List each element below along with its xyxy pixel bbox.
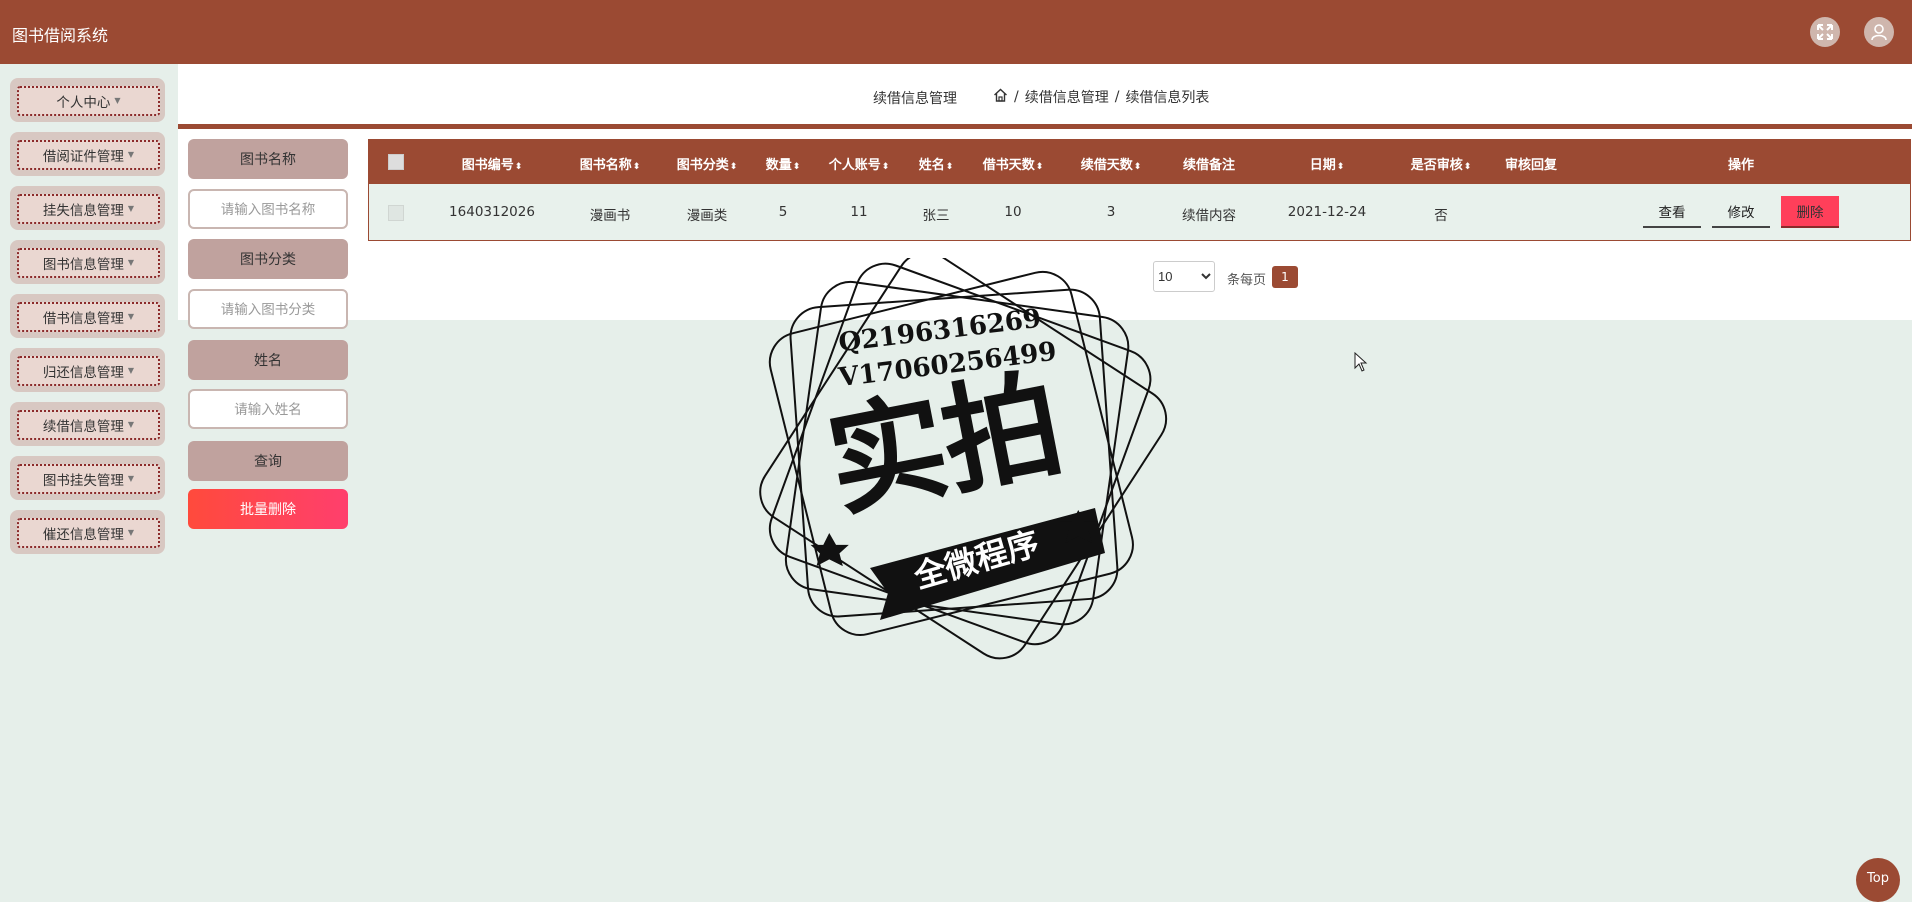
breadcrumb: / 续借信息管理 / 续借信息列表 — [993, 87, 1209, 107]
sort-icon: ⬍ — [945, 162, 954, 172]
sort-icon: ⬍ — [1336, 162, 1345, 172]
sidebar-item-label: 续借信息管理 — [42, 419, 124, 435]
sidebar-item-label: 借阅证件管理 — [42, 149, 124, 165]
cell-name: 张三 — [922, 208, 950, 224]
breadcrumb-underline — [178, 124, 1912, 129]
column-header: 操作 — [1727, 158, 1755, 173]
column-header[interactable]: 个人账号⬍ — [829, 154, 890, 173]
fullscreen-icon[interactable] — [1810, 17, 1840, 47]
cell-date: 2021-12-24 — [1287, 204, 1367, 220]
breadcrumb-link-renew-management[interactable]: 续借信息管理 — [1025, 87, 1109, 107]
column-header[interactable]: 日期⬍ — [1310, 154, 1345, 173]
cell-book-name: 漫画书 — [589, 208, 631, 224]
view-button[interactable]: 查看 — [1643, 196, 1701, 228]
chevron-down-icon: ▼ — [127, 311, 135, 321]
top-bar: 图书借阅系统 — [0, 0, 1912, 64]
chevron-down-icon: ▼ — [114, 95, 121, 105]
sidebar-item-label: 催还信息管理 — [42, 527, 124, 543]
table-header: 图书编号⬍ 图书名称⬍ 图书分类⬍ 数量⬍ 个人账号⬍ 姓名⬍ 借书天数⬍ 续借… — [369, 140, 1910, 184]
book-category-label: 图书分类 — [188, 239, 348, 279]
chevron-down-icon: ▼ — [127, 149, 135, 159]
sidebar-item-label: 借书信息管理 — [42, 311, 124, 327]
sidebar-item-renew-info[interactable]: 续借信息管理 ▼ — [10, 402, 165, 446]
select-all-checkbox[interactable] — [388, 154, 404, 170]
column-header[interactable]: 续借天数⬍ — [1081, 154, 1142, 173]
query-button[interactable]: 查询 — [188, 441, 348, 481]
sidebar: 个人中心 ▼ 借阅证件管理 ▼ 挂失信息管理 ▼ 图书信息管理 ▼ 借书信息管理 ▼ 归还… — [0, 64, 178, 893]
mouse-cursor-icon — [1354, 352, 1368, 372]
cell-remark: 续借内容 — [1182, 208, 1236, 224]
book-name-label: 图书名称 — [188, 139, 348, 179]
sidebar-item-label: 挂失信息管理 — [42, 203, 124, 219]
sort-icon: ⬍ — [1035, 162, 1044, 172]
chevron-down-icon: ▼ — [127, 527, 135, 537]
app-title: 图书借阅系统 — [12, 26, 109, 45]
cell-category: 漫画类 — [686, 208, 728, 224]
cell-renew-days: 3 — [1106, 204, 1116, 220]
cell-reviewed: 否 — [1434, 208, 1448, 224]
sidebar-item-book-loss[interactable]: 图书挂失管理 ▼ — [10, 456, 165, 500]
sort-icon: ⬍ — [881, 162, 890, 172]
column-header: 审核回复 — [1504, 158, 1558, 173]
delete-button[interactable]: 删除 — [1781, 196, 1839, 228]
breadcrumb-separator: / — [1014, 89, 1019, 105]
chevron-down-icon: ▼ — [127, 473, 135, 483]
cell-borrow-days: 10 — [1004, 204, 1022, 220]
sidebar-item-personal-center[interactable]: 个人中心 ▼ — [10, 78, 165, 122]
chevron-down-icon: ▼ — [127, 257, 135, 267]
sidebar-item-library-card[interactable]: 借阅证件管理 ▼ — [10, 132, 165, 176]
sidebar-item-book-info[interactable]: 图书信息管理 ▼ — [10, 240, 165, 284]
chevron-down-icon: ▼ — [127, 203, 135, 213]
row-checkbox[interactable] — [388, 205, 404, 221]
edit-button[interactable]: 修改 — [1712, 196, 1770, 228]
name-input[interactable] — [188, 389, 348, 429]
book-name-input[interactable] — [188, 189, 348, 229]
per-page-label: 条每页 — [1227, 273, 1267, 288]
column-header: 续借备注 — [1182, 158, 1236, 173]
sidebar-item-borrow-info[interactable]: 借书信息管理 ▼ — [10, 294, 165, 338]
sort-icon: ⬍ — [514, 162, 523, 172]
sidebar-item-label: 图书信息管理 — [42, 257, 124, 273]
page-number-current[interactable]: 1 — [1272, 266, 1298, 288]
data-table: 图书编号⬍ 图书名称⬍ 图书分类⬍ 数量⬍ 个人账号⬍ 姓名⬍ 借书天数⬍ 续借… — [368, 139, 1911, 241]
book-category-input[interactable] — [188, 289, 348, 329]
sort-icon: ⬍ — [729, 162, 738, 172]
breadcrumb-separator: / — [1114, 89, 1120, 105]
page-title: 续借信息管理 — [873, 91, 957, 107]
cell-quantity: 5 — [778, 204, 788, 220]
user-icon[interactable] — [1864, 17, 1894, 47]
chevron-down-icon: ▼ — [127, 365, 135, 375]
column-header[interactable]: 数量⬍ — [766, 154, 801, 173]
sidebar-item-reminder-info[interactable]: 催还信息管理 ▼ — [10, 510, 165, 554]
cell-account: 11 — [850, 204, 868, 220]
breadcrumb-current: 续借信息列表 — [1125, 90, 1210, 106]
chevron-down-icon: ▼ — [127, 419, 135, 429]
home-icon[interactable] — [993, 88, 1008, 106]
column-header[interactable]: 是否审核⬍ — [1411, 154, 1472, 173]
sidebar-item-label: 个人中心 — [56, 95, 111, 111]
sidebar-item-return-info[interactable]: 归还信息管理 ▼ — [10, 348, 165, 392]
back-to-top-button[interactable]: Top — [1856, 858, 1900, 902]
sort-icon: ⬍ — [792, 162, 801, 172]
cell-book-no: 1640312026 — [449, 204, 535, 220]
sort-icon: ⬍ — [1463, 162, 1472, 172]
column-header[interactable]: 借书天数⬍ — [983, 154, 1044, 173]
column-header[interactable]: 姓名⬍ — [919, 154, 954, 173]
name-label: 姓名 — [188, 340, 348, 380]
sort-icon: ⬍ — [632, 162, 641, 172]
sidebar-item-loss-report[interactable]: 挂失信息管理 ▼ — [10, 186, 165, 230]
column-header[interactable]: 图书名称⬍ — [580, 154, 641, 173]
column-header[interactable]: 图书编号⬍ — [462, 154, 523, 173]
sort-icon: ⬍ — [1133, 162, 1142, 172]
column-header[interactable]: 图书分类⬍ — [677, 154, 738, 173]
sidebar-item-label: 图书挂失管理 — [42, 473, 124, 489]
table-row: 1640312026 漫画书 漫画类 5 11 张三 10 3 续借内容 202… — [369, 184, 1910, 240]
batch-delete-button[interactable]: 批量删除 — [188, 489, 348, 529]
sidebar-item-label: 归还信息管理 — [42, 365, 124, 381]
